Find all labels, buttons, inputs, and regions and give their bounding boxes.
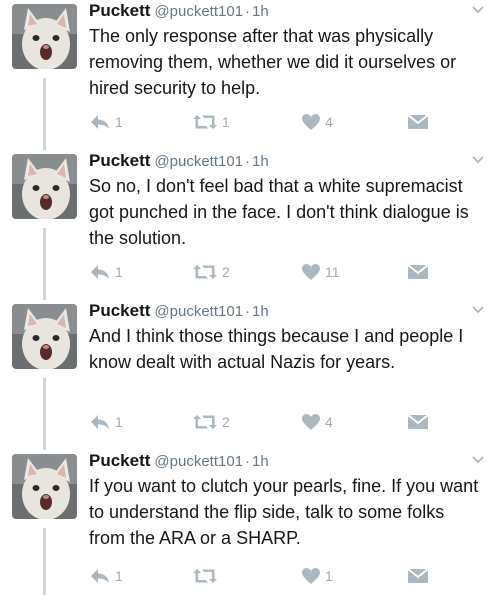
- heart-icon: [302, 414, 320, 430]
- thread-line: [43, 528, 46, 595]
- like-button[interactable]: 4: [301, 411, 333, 433]
- like-count: 1: [325, 568, 333, 584]
- tweet-header: Puckett @puckett101 · 1h: [89, 300, 486, 322]
- tweet-actions: 1 1: [89, 565, 489, 587]
- tweet[interactable]: Puckett @puckett101 · 1h The only response …: [0, 0, 500, 150]
- reply-icon: [91, 115, 109, 129]
- reply-count: 1: [115, 114, 123, 130]
- tweet-text: And I think those things because I and p…: [89, 326, 464, 372]
- heart-icon: [302, 568, 320, 584]
- chevron-down-icon[interactable]: [470, 2, 486, 18]
- like-count: 11: [325, 264, 340, 280]
- retweet-button[interactable]: 1: [192, 111, 230, 133]
- separator: ·: [245, 3, 251, 20]
- like-count: 4: [325, 414, 333, 430]
- reply-button[interactable]: 1: [89, 261, 123, 283]
- avatar[interactable]: [12, 304, 77, 369]
- reply-icon: [91, 415, 109, 429]
- avatar[interactable]: [12, 154, 77, 219]
- tweet[interactable]: Puckett @puckett101 · 1h So no, I don't fee…: [0, 150, 500, 300]
- thread-line: [43, 78, 46, 150]
- retweet-count: 2: [222, 414, 230, 430]
- like-count: 4: [325, 114, 333, 130]
- envelope-icon: [407, 414, 429, 429]
- retweet-button[interactable]: [192, 565, 222, 587]
- envelope-icon: [407, 114, 429, 129]
- reply-button[interactable]: 1: [89, 565, 123, 587]
- retweet-icon: [193, 115, 217, 129]
- tweet-text: The only response after that was physica…: [89, 26, 457, 98]
- tweet-header: Puckett @puckett101 · 1h: [89, 450, 486, 472]
- display-name[interactable]: Puckett: [89, 301, 150, 320]
- thread-line: [43, 378, 46, 450]
- direct-message-button[interactable]: [407, 565, 429, 587]
- user-handle[interactable]: @puckett101: [154, 153, 243, 170]
- tweet[interactable]: Puckett @puckett101 · 1h If you want to clu…: [0, 450, 500, 595]
- thread-line: [43, 228, 46, 300]
- timestamp[interactable]: 1h: [252, 453, 269, 470]
- reply-button[interactable]: 1: [89, 111, 123, 133]
- reply-button[interactable]: 1: [89, 411, 123, 433]
- display-name[interactable]: Puckett: [89, 451, 150, 470]
- retweet-icon: [193, 265, 217, 279]
- heart-icon: [302, 264, 320, 280]
- retweet-button[interactable]: 2: [192, 261, 230, 283]
- retweet-count: 2: [222, 264, 230, 280]
- chevron-down-icon[interactable]: [470, 452, 486, 468]
- separator: ·: [245, 303, 251, 320]
- reply-count: 1: [115, 264, 123, 280]
- tweet-text: So no, I don't feel bad that a white sup…: [89, 176, 469, 248]
- direct-message-button[interactable]: [407, 111, 429, 133]
- timestamp[interactable]: 1h: [252, 3, 269, 20]
- retweet-button[interactable]: 2: [192, 411, 230, 433]
- envelope-icon: [407, 568, 429, 583]
- tweet[interactable]: Puckett @puckett101 · 1h And I think those …: [0, 300, 500, 450]
- like-button[interactable]: 11: [301, 261, 340, 283]
- tweet-header: Puckett @puckett101 · 1h: [89, 0, 486, 22]
- user-handle[interactable]: @puckett101: [154, 453, 243, 470]
- reply-icon: [91, 265, 109, 279]
- tweet-actions: 1 1 4: [89, 111, 489, 133]
- retweet-count: 1: [222, 114, 230, 130]
- user-handle[interactable]: @puckett101: [154, 3, 243, 20]
- retweet-icon: [193, 415, 217, 429]
- timestamp[interactable]: 1h: [252, 303, 269, 320]
- chevron-down-icon[interactable]: [470, 152, 486, 168]
- direct-message-button[interactable]: [407, 411, 429, 433]
- reply-count: 1: [115, 414, 123, 430]
- retweet-icon: [193, 569, 217, 583]
- tweet-text: If you want to clutch your pearls, fine.…: [89, 476, 479, 548]
- avatar[interactable]: [12, 4, 77, 69]
- tweet-header: Puckett @puckett101 · 1h: [89, 150, 486, 172]
- envelope-icon: [407, 264, 429, 279]
- tweet-actions: 1 2 4: [89, 411, 489, 433]
- display-name[interactable]: Puckett: [89, 1, 150, 20]
- user-handle[interactable]: @puckett101: [154, 303, 243, 320]
- timestamp[interactable]: 1h: [252, 153, 269, 170]
- separator: ·: [245, 453, 251, 470]
- heart-icon: [302, 114, 320, 130]
- tweet-actions: 1 2 11: [89, 261, 489, 283]
- separator: ·: [245, 153, 251, 170]
- reply-icon: [91, 569, 109, 583]
- avatar[interactable]: [12, 454, 77, 519]
- like-button[interactable]: 1: [301, 565, 333, 587]
- like-button[interactable]: 4: [301, 111, 333, 133]
- display-name[interactable]: Puckett: [89, 151, 150, 170]
- direct-message-button[interactable]: [407, 261, 429, 283]
- chevron-down-icon[interactable]: [470, 302, 486, 318]
- reply-count: 1: [115, 568, 123, 584]
